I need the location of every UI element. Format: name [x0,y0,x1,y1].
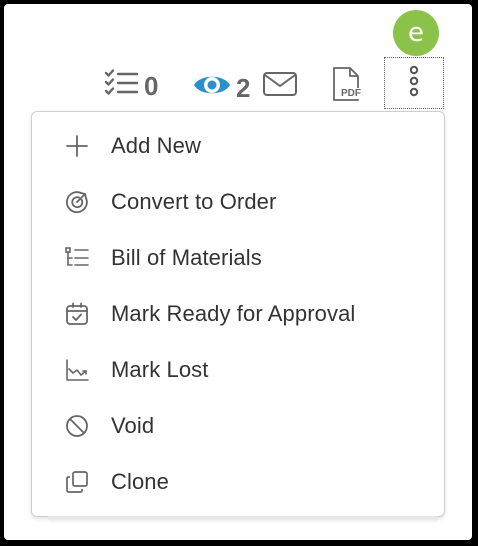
more-options-button[interactable] [384,57,444,109]
app-frame: e 0 2 PDF Add New Convert to Order Bill … [4,4,472,540]
menu-item-void[interactable]: Void [32,398,444,454]
avatar-initial: e [408,18,424,48]
watchers-count: 2 [236,72,251,103]
kebab-menu-icon [408,65,420,102]
envelope-icon [262,70,298,103]
chart-down-icon [64,357,90,383]
menu-item-label: Mark Ready for Approval [111,301,356,326]
menu-item-label: Clone [111,469,169,494]
watchers-button[interactable]: 2 [192,70,250,105]
eye-icon [192,70,232,105]
pdf-button[interactable]: PDF [330,66,366,102]
tasks-button[interactable]: 0 [104,68,158,103]
calendar-check-icon [64,301,90,327]
menu-item-add-new[interactable]: Add New [32,118,444,174]
checklist-icon [104,68,140,103]
menu-item-clone[interactable]: Clone [32,454,444,510]
email-button[interactable] [262,70,298,103]
menu-shadow [48,516,438,524]
menu-item-convert-to-order[interactable]: Convert to Order [32,174,444,230]
user-avatar[interactable]: e [393,10,439,56]
menu-item-mark-lost[interactable]: Mark Lost [32,342,444,398]
menu-item-bill-of-materials[interactable]: Bill of Materials [32,230,444,286]
actions-dropdown-menu: Add New Convert to Order Bill of Materia… [31,111,445,517]
tree-list-icon [64,245,90,271]
menu-item-label: Add New [111,133,201,158]
tasks-count: 0 [144,70,159,101]
clone-icon [64,469,90,495]
pdf-file-icon: PDF [330,66,366,102]
menu-item-label: Mark Lost [111,357,209,382]
plus-icon [64,133,90,159]
pdf-label: PDF [340,88,362,99]
ban-icon [64,413,90,439]
menu-item-label: Void [111,413,155,438]
menu-item-label: Bill of Materials [111,245,262,270]
menu-item-label: Convert to Order [111,189,277,214]
menu-item-mark-ready-for-approval[interactable]: Mark Ready for Approval [32,286,444,342]
convert-target-icon [64,189,90,215]
